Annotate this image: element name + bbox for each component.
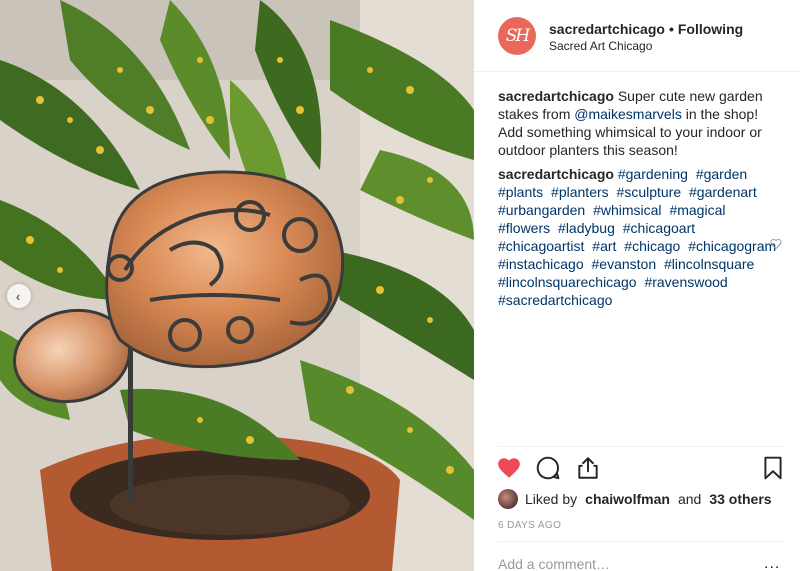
header-subtitle: Sacred Art Chicago [549, 39, 653, 53]
hashtag-list: #gardening #garden #plants #planters #sc… [498, 166, 780, 308]
hashtag-link[interactable]: #flowers [498, 220, 550, 236]
likes-others-link[interactable]: 33 others [709, 491, 771, 507]
header-dot: • [668, 21, 674, 37]
post-photo[interactable]: ‹ [0, 0, 474, 571]
photo-illustration [0, 0, 474, 571]
hashtag-link[interactable]: #lincolnsquarechicago [498, 274, 637, 290]
hashtag-link[interactable]: #garden [696, 166, 747, 182]
header-names: sacredartchicago • Following Sacred Art Ch… [549, 21, 743, 54]
chevron-left-icon: ‹ [15, 288, 21, 304]
carousel-prev-button[interactable]: ‹ [7, 284, 31, 308]
header-username[interactable]: sacredartchicago [549, 21, 665, 37]
hashtag-link[interactable]: #plants [498, 184, 543, 200]
avatar-monogram: SH [505, 26, 531, 46]
post-timestamp[interactable]: 6 DAYS AGO [498, 520, 561, 531]
comment-like-heart-icon[interactable] [770, 238, 782, 250]
following-button[interactable]: Following [678, 21, 743, 37]
heart-filled-icon[interactable] [496, 455, 522, 481]
hashtag-link[interactable]: #art [592, 238, 616, 254]
likes-joiner: and [677, 491, 702, 507]
hashtag-link[interactable]: #ladybug [558, 220, 615, 236]
hashtag-link[interactable]: #chicagogram [688, 238, 776, 254]
post-caption: sacredartchicago Super cute new garden s… [498, 87, 783, 315]
hashtag-link[interactable]: #urbangarden [498, 202, 585, 218]
actions-divider [498, 446, 786, 447]
caption-author[interactable]: sacredartchicago [498, 88, 614, 104]
bookmark-icon[interactable] [760, 455, 786, 481]
likes-prefix: Liked by [525, 491, 578, 507]
hashtag-link[interactable]: #gardening [618, 166, 688, 182]
liker-username[interactable]: chaiwolfman [585, 491, 670, 507]
hashtag-comment: sacredartchicago #gardening #garden #pla… [498, 165, 783, 309]
comment-divider [498, 541, 786, 542]
hashtag-link[interactable]: #gardenart [689, 184, 757, 200]
likes-summary: Liked by chaiwolfman and 33 others [498, 488, 772, 510]
hashtag-link[interactable]: #chicagoart [623, 220, 695, 236]
hashtag-link[interactable]: #instachicago [498, 256, 584, 272]
post-side-panel: SH sacredartchicago • Following Sacred Art… [474, 0, 800, 571]
hashtag-link[interactable]: #chicagoartist [498, 238, 584, 254]
post-header: SH sacredartchicago • Following Sacred Art… [474, 0, 800, 72]
liker-avatar[interactable] [498, 489, 518, 509]
hashtag-link[interactable]: #ravenswood [644, 274, 727, 290]
more-options-icon[interactable]: ... [764, 556, 780, 571]
comment-icon[interactable] [535, 455, 561, 481]
hashtag-comment-author[interactable]: sacredartchicago [498, 166, 614, 182]
hashtag-link[interactable]: #lincolnsquare [664, 256, 754, 272]
hashtag-link[interactable]: #magical [669, 202, 725, 218]
hashtag-link[interactable]: #sacredartchicago [498, 292, 612, 308]
header-username-line: sacredartchicago • Following [549, 21, 743, 38]
caption-text: sacredartchicago Super cute new garden s… [498, 87, 783, 159]
comment-input[interactable] [498, 556, 748, 571]
profile-avatar[interactable]: SH [498, 17, 536, 55]
hashtag-link[interactable]: #planters [551, 184, 609, 200]
hashtag-link[interactable]: #chicago [624, 238, 680, 254]
share-icon[interactable] [575, 455, 601, 481]
caption-mention-link[interactable]: @maikesmarvels [574, 106, 682, 122]
hashtag-link[interactable]: #evanston [592, 256, 657, 272]
hashtag-link[interactable]: #whimsical [593, 202, 661, 218]
hashtag-link[interactable]: #sculpture [617, 184, 682, 200]
